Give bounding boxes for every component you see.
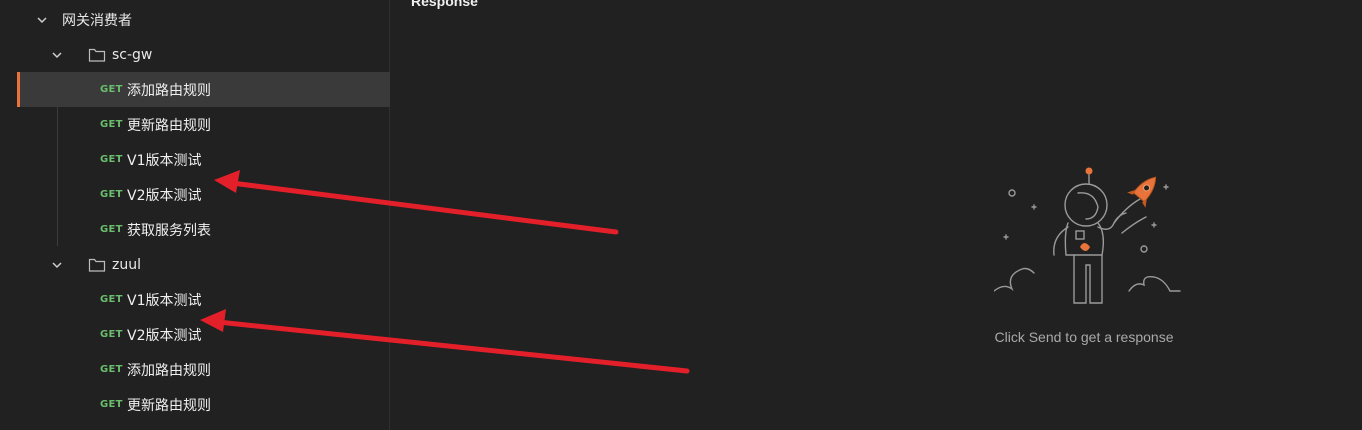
collection-sidebar: 网关消费者 sc-gw GET 添加路由规则 GET 更新路由规则 GET V1…: [0, 0, 390, 430]
folder-label: sc-gw: [112, 46, 153, 63]
folder-icon: [88, 47, 106, 63]
method-badge: GET: [100, 294, 123, 305]
request-item[interactable]: GET V1版本测试: [17, 282, 390, 317]
request-name: V2版本测试: [127, 327, 202, 344]
folder-label: zuul: [112, 256, 141, 273]
method-badge: GET: [100, 329, 123, 340]
request-item[interactable]: GET 更新路由规则: [17, 387, 390, 422]
request-name: 添加路由规则: [127, 82, 211, 99]
request-name: V2版本测试: [127, 187, 202, 204]
request-item[interactable]: GET V1版本测试: [17, 142, 390, 177]
method-badge: GET: [100, 399, 123, 410]
request-item[interactable]: GET V2版本测试: [17, 317, 390, 352]
request-name: V1版本测试: [127, 152, 202, 169]
method-badge: GET: [100, 189, 123, 200]
method-badge: GET: [100, 84, 123, 95]
request-item[interactable]: GET 更新路由规则: [17, 107, 390, 142]
chevron-down-icon[interactable]: [50, 48, 64, 62]
request-item[interactable]: GET 获取服务列表: [17, 212, 390, 247]
request-name: 获取服务列表: [127, 222, 211, 239]
request-item[interactable]: GET 添加路由规则: [17, 72, 390, 107]
chevron-down-icon[interactable]: [50, 258, 64, 272]
folder-zuul[interactable]: zuul: [17, 247, 390, 282]
method-badge: GET: [100, 119, 123, 130]
astronaut-rocket-icon: [994, 167, 1181, 304]
method-badge: GET: [100, 224, 123, 235]
request-item[interactable]: GET V2版本测试: [17, 177, 390, 212]
method-badge: GET: [100, 364, 123, 375]
empty-response-message: Click Send to get a response: [994, 329, 1174, 345]
collection-label: 网关消费者: [62, 12, 132, 29]
request-name: 添加路由规则: [127, 362, 211, 379]
folder-sc-gw[interactable]: sc-gw: [17, 37, 390, 72]
request-name: 更新路由规则: [127, 117, 211, 134]
method-badge: GET: [100, 154, 123, 165]
folder-icon: [88, 257, 106, 273]
response-title: Response: [411, 0, 478, 9]
request-name: V1版本测试: [127, 292, 202, 309]
chevron-down-icon[interactable]: [35, 13, 49, 27]
response-pane: Response Click Send to get a response: [391, 0, 1362, 430]
request-item[interactable]: GET 添加路由规则: [17, 352, 390, 387]
collection-root[interactable]: 网关消费者: [17, 2, 390, 37]
request-name: 更新路由规则: [127, 397, 211, 414]
